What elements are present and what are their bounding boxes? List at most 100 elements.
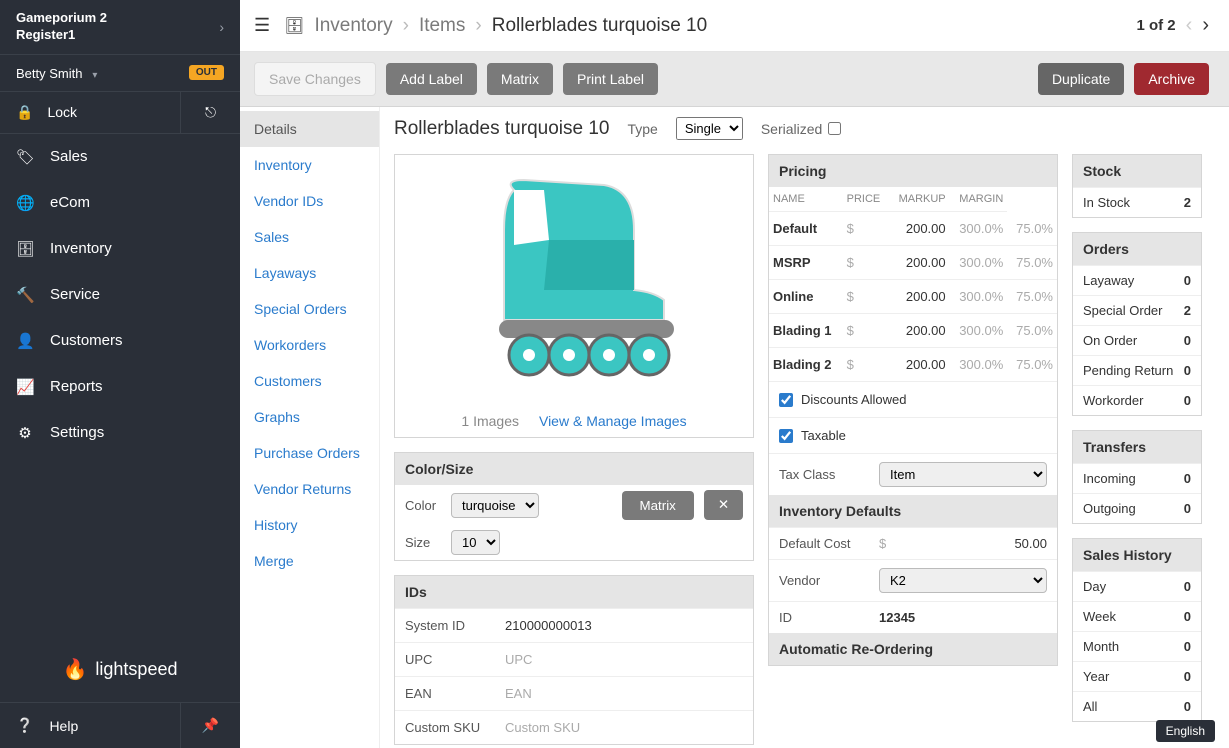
subnav-purchase-orders[interactable]: Purchase Orders <box>240 435 379 471</box>
pricing-card: Pricing NAME PRICE MARKUP MARGIN Default… <box>768 154 1058 666</box>
discounts-checkbox[interactable] <box>779 393 793 407</box>
sales-label: Month <box>1083 639 1119 654</box>
subnav-vendor-returns[interactable]: Vendor Returns <box>240 471 379 507</box>
size-select[interactable]: 10 <box>451 530 500 555</box>
nav-label: Sales <box>50 148 88 165</box>
color-select[interactable]: turquoise <box>451 493 539 518</box>
matrix-button-inline[interactable]: Matrix <box>622 491 694 520</box>
subnav-workorders[interactable]: Workorders <box>240 327 379 363</box>
save-button[interactable]: Save Changes <box>254 62 376 96</box>
lock-button[interactable]: 🔒 Lock <box>0 92 180 133</box>
top-bar: ☰ 🗄 Inventory › Items › Rollerblades tur… <box>240 0 1229 52</box>
taxable-checkbox[interactable] <box>779 429 793 443</box>
help-label: Help <box>49 718 78 734</box>
archive-icon: 🗄 <box>16 240 34 258</box>
order-value: 2 <box>1184 303 1191 318</box>
subnav-inventory[interactable]: Inventory <box>240 147 379 183</box>
next-page[interactable]: › <box>1202 14 1209 37</box>
vendor-select[interactable]: K2 <box>879 568 1047 593</box>
archive-button[interactable]: Archive <box>1134 63 1209 95</box>
chevron-right-icon: › <box>219 19 224 35</box>
in-stock-value: 2 <box>1184 195 1191 210</box>
subnav-history[interactable]: History <box>240 507 379 543</box>
nav-inventory[interactable]: 🗄 Inventory <box>0 226 240 272</box>
product-image[interactable] <box>395 155 753 405</box>
color-size-header: Color/Size <box>395 453 753 485</box>
subnav-details[interactable]: Details <box>240 111 379 147</box>
tax-class-select[interactable]: Item <box>879 462 1047 487</box>
pin-icon: 📌 <box>202 717 219 734</box>
order-value: 0 <box>1184 363 1191 378</box>
nav-label: Inventory <box>50 240 112 257</box>
subnav-sales[interactable]: Sales <box>240 219 379 255</box>
sku-input[interactable]: Custom SKU <box>505 720 580 735</box>
price-row: Default$200.00300.0%75.0% <box>769 212 1057 246</box>
subnav-vendor-ids[interactable]: Vendor IDs <box>240 183 379 219</box>
register-switcher[interactable]: Gameporium 2 Register1 › <box>0 0 240 55</box>
crumb-items[interactable]: Items <box>419 15 465 37</box>
duplicate-button[interactable]: Duplicate <box>1038 63 1124 95</box>
serialized-checkbox[interactable] <box>828 122 841 135</box>
language-badge[interactable]: English <box>1156 720 1215 742</box>
sales-value: 0 <box>1184 669 1191 684</box>
upc-input[interactable]: UPC <box>505 652 532 667</box>
matrix-button[interactable]: Matrix <box>487 63 553 95</box>
help-button[interactable]: ❔ Help <box>0 703 180 748</box>
sales-value: 0 <box>1184 579 1191 594</box>
out-badge[interactable]: OUT <box>189 65 224 80</box>
menu-icon[interactable]: ☰ <box>254 15 270 36</box>
subnav-merge[interactable]: Merge <box>240 543 379 579</box>
ean-label: EAN <box>405 686 505 701</box>
discounts-label: Discounts Allowed <box>801 392 907 407</box>
upc-label: UPC <box>405 652 505 667</box>
vendor-label: Vendor <box>779 573 869 588</box>
subnav-layaways[interactable]: Layaways <box>240 255 379 291</box>
subnav-special-orders[interactable]: Special Orders <box>240 291 379 327</box>
order-label: On Order <box>1083 333 1137 348</box>
image-card: 1 Images View & Manage Images <box>394 154 754 438</box>
subnav-graphs[interactable]: Graphs <box>240 399 379 435</box>
subnav-customers[interactable]: Customers <box>240 363 379 399</box>
order-value: 0 <box>1184 393 1191 408</box>
order-label: Special Order <box>1083 303 1162 318</box>
nav-customers[interactable]: 👤Customers <box>0 318 240 364</box>
user-switcher[interactable]: Betty Smith ▾ OUT <box>0 55 240 92</box>
sales-history-header: Sales History <box>1073 539 1201 571</box>
col-price: PRICE <box>843 187 889 212</box>
auto-reorder-header: Automatic Re-Ordering <box>769 633 1057 665</box>
nav-settings[interactable]: ⚙Settings <box>0 410 240 456</box>
caret-down-icon: ▾ <box>92 70 97 81</box>
pricing-table: NAME PRICE MARKUP MARGIN Default$200.003… <box>769 187 1057 382</box>
vendor-id-value[interactable]: 12345 <box>879 610 915 625</box>
col-margin: MARGIN <box>950 187 1008 212</box>
add-label-button[interactable]: Add Label <box>386 63 477 95</box>
sales-history-card: Sales History Day0 Week0 Month0 Year0 Al… <box>1072 538 1202 722</box>
default-cost-value[interactable]: 50.00 <box>1014 536 1047 551</box>
lock-label: Lock <box>47 104 77 120</box>
crumb-inventory[interactable]: Inventory <box>314 15 392 37</box>
type-select[interactable]: Single <box>676 117 743 140</box>
register-name: Register1 <box>16 27 107 44</box>
print-label-button[interactable]: Print Label <box>563 63 658 95</box>
logout-button[interactable]: ⎋ <box>180 92 240 133</box>
sales-value: 0 <box>1184 699 1191 714</box>
price-row: Online$200.00300.0%75.0% <box>769 280 1057 314</box>
user-icon: 👤 <box>16 332 34 350</box>
system-id-label: System ID <box>405 618 505 633</box>
nav-reports[interactable]: 📈Reports <box>0 364 240 410</box>
manage-images-link[interactable]: View & Manage Images <box>539 413 687 429</box>
serialized-label: Serialized <box>761 121 822 137</box>
col-markup: MARKUP <box>889 187 950 212</box>
breadcrumb: 🗄 Inventory › Items › Rollerblades turqu… <box>284 15 1122 37</box>
pin-button[interactable]: 📌 <box>180 703 240 748</box>
nav-ecom[interactable]: 🌐eCom <box>0 180 240 226</box>
transfer-label: Incoming <box>1083 471 1136 486</box>
delete-variant-button[interactable]: ✕ <box>704 490 743 520</box>
prev-page[interactable]: ‹ <box>1186 14 1193 37</box>
inventory-defaults-header: Inventory Defaults <box>769 495 1057 527</box>
nav-service[interactable]: 🔨Service <box>0 272 240 318</box>
order-label: Layaway <box>1083 273 1134 288</box>
nav-sales[interactable]: 🏷Sales <box>0 134 240 180</box>
ean-input[interactable]: EAN <box>505 686 532 701</box>
logo: 🔥 lightspeed <box>0 637 240 702</box>
